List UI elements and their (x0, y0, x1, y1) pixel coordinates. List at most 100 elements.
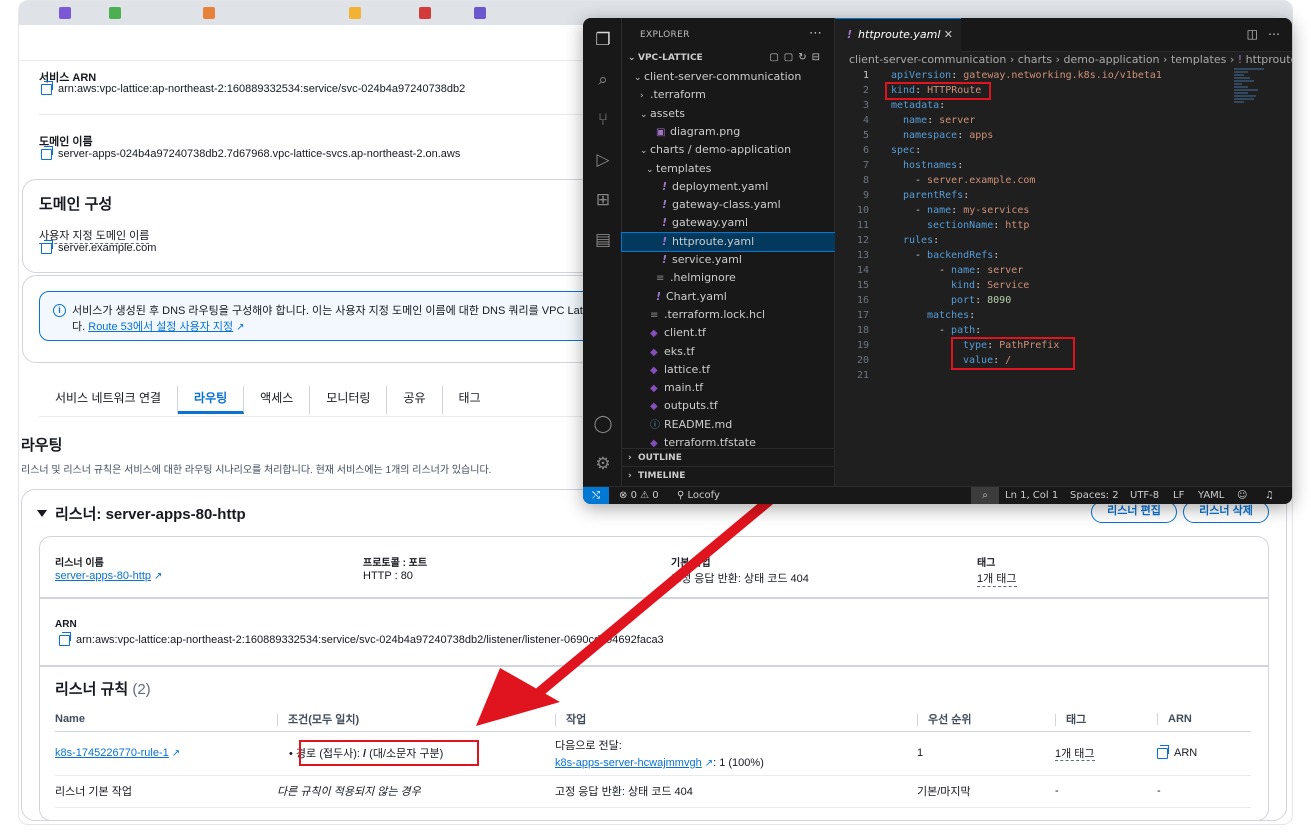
text-file-icon: ≡ (650, 309, 659, 321)
source-control-icon[interactable]: ⑂ (593, 110, 613, 130)
cursor-position[interactable]: Ln 1, Col 1 (1005, 487, 1058, 504)
terraform-file-icon: ◆ (650, 346, 658, 358)
yaml-key: kind (951, 280, 976, 291)
file-tree-item[interactable]: › .terraform (622, 86, 835, 104)
file-tree-label: httproute.yaml (672, 234, 755, 248)
info-file-icon: ⓘ (650, 419, 660, 431)
file-tree-item[interactable]: ! service.yaml (622, 251, 835, 269)
problems-indicator[interactable]: ⊗ 0 ⚠ 0 (619, 487, 659, 504)
breadcrumb-item[interactable]: demo-application (1063, 53, 1159, 66)
breadcrumb-item[interactable]: charts (1018, 53, 1052, 66)
yaml-key: path (951, 325, 976, 336)
yaml-key: matches (927, 310, 970, 321)
more-actions-icon[interactable]: ⋯ (1268, 27, 1280, 41)
file-tree-item[interactable]: ◆ main.tf (622, 379, 835, 397)
settings-gear-icon[interactable]: ⚙ (593, 454, 613, 474)
file-tree-label: charts / demo-application (650, 143, 792, 157)
file-tree-label: deployment.yaml (672, 179, 769, 193)
explorer-toolbar-icons[interactable]: ▢▢↻⊟ (769, 49, 825, 67)
file-tree-item[interactable]: ◆ lattice.tf (622, 361, 835, 379)
file-tree-item[interactable]: ⌄ templates (622, 160, 835, 178)
file-tree-item[interactable]: ⌄ client-server-communication (622, 68, 835, 86)
workspace-root[interactable]: ⌄ VPC-LATTICE ▢▢↻⊟ (622, 49, 835, 67)
code-text: port: 8090 (951, 293, 1011, 308)
breadcrumb[interactable]: client-server-communication › charts › d… (849, 53, 1292, 66)
indentation[interactable]: Spaces: 2 (1070, 487, 1119, 504)
minimap[interactable] (1234, 68, 1278, 114)
more-actions-icon[interactable]: ⋯ (809, 26, 822, 41)
language-mode[interactable]: YAML (1198, 487, 1224, 504)
close-tab-icon[interactable]: ✕ (944, 19, 953, 51)
file-tree-item[interactable]: ! gateway.yaml (622, 214, 835, 232)
editor-tab-label: httproute.yaml (858, 28, 941, 41)
outline-label: OUTLINE (638, 453, 682, 463)
extensions-icon[interactable]: ⊞ (593, 190, 613, 210)
zoom-icon[interactable]: ⌕ (971, 487, 999, 504)
file-tree-label: README.md (664, 417, 733, 431)
line-number: 12 (856, 235, 869, 246)
line-number: 14 (856, 265, 869, 276)
file-tree-item[interactable]: ! gateway-class.yaml (622, 196, 835, 214)
line-number: 3 (862, 100, 869, 111)
yaml-key: name (951, 265, 976, 276)
code-text: sectionName: http (927, 218, 1029, 233)
file-tree-label: gateway.yaml (672, 216, 749, 230)
run-debug-icon[interactable]: ▷ (593, 150, 613, 170)
file-tree-item[interactable]: ◆ outputs.tf (622, 397, 835, 415)
line-number: 7 (862, 160, 869, 171)
code-text: - backendRefs: (915, 248, 1005, 263)
code-text: hostnames: (903, 158, 969, 173)
remote-indicator-icon[interactable]: ⤭ (583, 487, 609, 504)
line-number: 16 (856, 295, 869, 306)
split-editor-icon[interactable]: ◫ (1247, 27, 1258, 41)
file-tree-item[interactable]: ! Chart.yaml (622, 288, 835, 306)
locofy-status[interactable]: ⚲ Locofy (677, 487, 720, 504)
yaml-file-icon: ! (662, 216, 668, 230)
editor-tab-httproute[interactable]: ! httproute.yaml ✕ (835, 18, 961, 52)
yaml-value: apps (969, 130, 994, 141)
line-number: 18 (856, 325, 869, 336)
explorer-icon[interactable]: ❐ (593, 30, 613, 50)
line-number: 13 (856, 250, 869, 261)
yaml-value: server (939, 115, 976, 126)
breadcrumb-item[interactable]: client-server-communication (849, 53, 1006, 66)
account-icon[interactable]: ◯ (593, 414, 613, 434)
line-number: 5 (862, 130, 869, 141)
breadcrumb-item[interactable]: templates (1171, 53, 1226, 66)
yaml-key: rules (903, 235, 934, 246)
yaml-file-icon: ! (662, 198, 668, 212)
notifications-icon[interactable]: ♫ (1265, 487, 1274, 504)
terraform-file-icon: ◆ (650, 328, 658, 340)
file-tree-item[interactable]: ▣ diagram.png (622, 123, 835, 141)
file-tree-item[interactable]: ! httproute.yaml (621, 231, 836, 252)
line-number: 17 (856, 310, 869, 321)
file-tree-item[interactable]: ≡ .terraform.lock.hcl (622, 306, 835, 324)
file-tree-item[interactable]: ≡ .helmignore (622, 269, 835, 287)
code-dash: - (915, 205, 928, 216)
file-tree-item[interactable]: ⌄ charts / demo-application (622, 141, 835, 159)
yaml-value: server.example.com (927, 175, 1036, 186)
encoding[interactable]: UTF-8 (1130, 487, 1159, 504)
file-tree-label: client-server-communication (644, 70, 802, 83)
code-text: name: server (903, 113, 975, 128)
search-icon[interactable]: ⌕ (593, 70, 613, 90)
file-tree-item[interactable]: ⌄ assets (622, 105, 835, 123)
code-text: spec: (891, 143, 927, 158)
end-of-line[interactable]: LF (1173, 487, 1184, 504)
code-text: - path: (939, 323, 987, 338)
file-tree-item[interactable]: ⓘ README.md (622, 416, 835, 434)
timeline-section[interactable]: › TIMELINE (622, 466, 835, 484)
outline-section[interactable]: › OUTLINE (622, 448, 835, 466)
file-tree-item[interactable]: ! deployment.yaml (622, 178, 835, 196)
chevron-right-icon: › (640, 91, 644, 102)
docker-icon[interactable]: ▤ (593, 230, 613, 250)
yaml-key: namespace (903, 130, 958, 141)
file-tree-label: outputs.tf (664, 399, 718, 413)
code-colon: : (975, 265, 988, 276)
file-tree-item[interactable]: ◆ eks.tf (622, 343, 835, 361)
file-tree-item[interactable]: ◆ client.tf (622, 324, 835, 342)
file-tree-label: client.tf (664, 326, 706, 340)
breadcrumb-item[interactable]: httproute... (1246, 53, 1292, 66)
code-colon: : (957, 130, 970, 141)
copilot-icon[interactable]: ☺ (1237, 487, 1247, 504)
